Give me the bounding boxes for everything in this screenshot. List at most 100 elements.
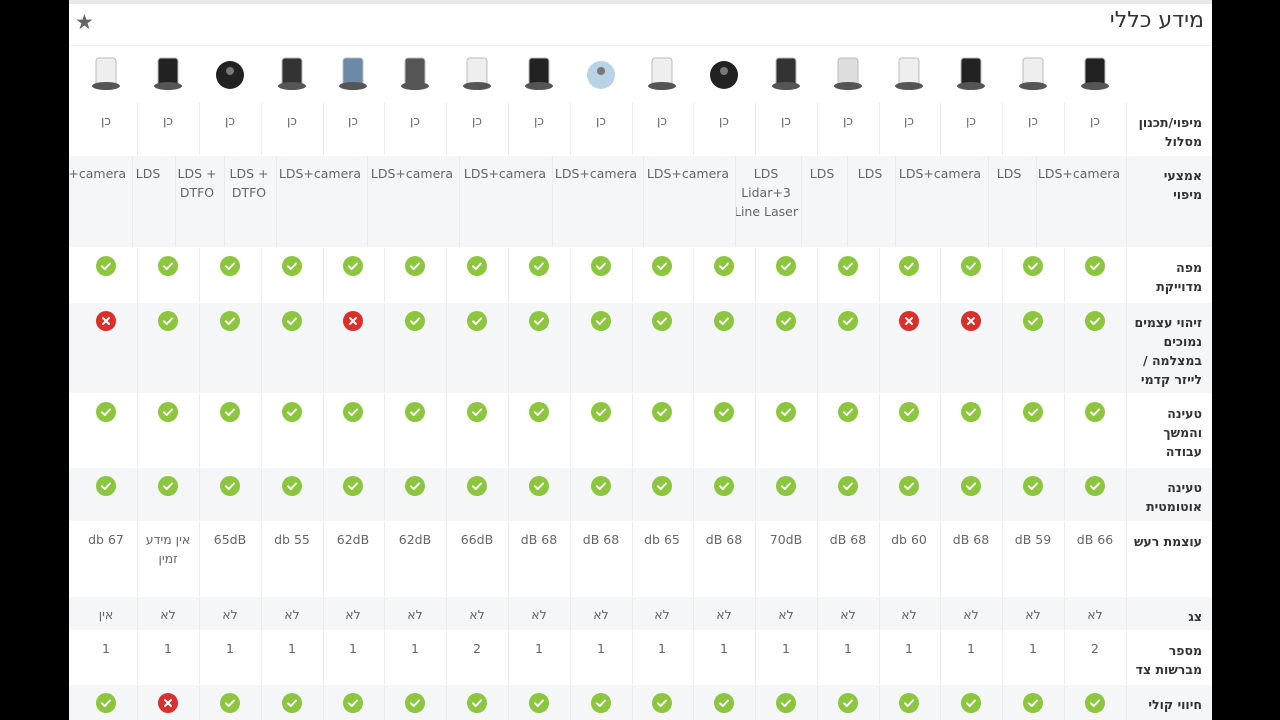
row-cell (757, 256, 815, 276)
check-icon (96, 402, 116, 422)
product-image[interactable] (85, 52, 127, 94)
row-cell (1004, 311, 1062, 331)
column-divider (755, 248, 756, 302)
column-divider (1002, 597, 1003, 630)
check-icon (838, 476, 858, 496)
column-divider (137, 597, 138, 630)
product-image[interactable] (271, 52, 313, 94)
product-image[interactable] (950, 52, 992, 94)
column-divider (632, 522, 633, 596)
column-divider (446, 468, 447, 521)
column-divider (199, 248, 200, 302)
column-divider (384, 468, 385, 521)
check-icon (1085, 256, 1105, 276)
row-cell (510, 476, 568, 496)
row-cell (695, 693, 753, 713)
row-cell (819, 402, 877, 422)
column-divider (508, 597, 509, 630)
column-divider (1002, 468, 1003, 521)
column-divider (632, 468, 633, 521)
row-cell (77, 311, 135, 331)
column-divider (879, 468, 880, 521)
row-cell: לא (407, 607, 423, 622)
check-icon (529, 311, 549, 331)
product-image[interactable] (1074, 52, 1116, 94)
product-image[interactable] (332, 52, 374, 94)
column-divider (817, 685, 818, 720)
check-icon (467, 476, 487, 496)
row-cell: 1 (349, 641, 357, 656)
row-cell: כן (842, 113, 854, 128)
row-cell (448, 402, 506, 422)
check-icon (1085, 402, 1105, 422)
column-divider (879, 597, 880, 630)
product-image[interactable] (209, 52, 251, 94)
product-image[interactable] (580, 52, 622, 94)
row-cell (324, 256, 382, 276)
row-cell (139, 402, 197, 422)
column-divider (570, 394, 571, 467)
column-divider (199, 303, 200, 393)
column-divider (1126, 685, 1127, 720)
column-divider (693, 303, 694, 393)
row-cell: כן (286, 113, 298, 128)
column-divider (879, 103, 880, 155)
column-divider (1126, 394, 1127, 467)
row-cell: 65dB (213, 532, 247, 547)
column-divider (1064, 631, 1065, 684)
column-divider (459, 156, 460, 247)
column-divider (323, 522, 324, 596)
column-divider (261, 685, 262, 720)
check-icon (158, 256, 178, 276)
column-divider (1126, 597, 1127, 630)
column-divider (801, 156, 802, 247)
product-image[interactable] (456, 52, 498, 94)
robot-vacuum-icon (648, 57, 676, 90)
column-divider (643, 156, 644, 247)
product-image[interactable] (703, 52, 745, 94)
product-image[interactable] (827, 52, 869, 94)
row-cell (139, 311, 197, 331)
row-cell (1066, 256, 1124, 276)
product-image[interactable] (147, 52, 189, 94)
column-divider (384, 248, 385, 302)
column-divider (940, 303, 941, 393)
check-icon (282, 476, 302, 496)
column-divider (323, 597, 324, 630)
column-divider (879, 685, 880, 720)
column-divider (755, 303, 756, 393)
row-cell: LDS+camera (898, 166, 982, 181)
column-divider (1126, 156, 1127, 247)
check-icon (220, 476, 240, 496)
row-cell: LDS + DTFO (229, 166, 269, 200)
row-cell: 1 (720, 641, 728, 656)
product-image[interactable] (888, 52, 930, 94)
row-cell (263, 256, 321, 276)
product-image[interactable] (518, 52, 560, 94)
row-cell: LDS+camera (646, 166, 730, 181)
column-divider (137, 685, 138, 720)
product-image[interactable] (765, 52, 807, 94)
column-divider (323, 103, 324, 155)
column-divider (323, 631, 324, 684)
star-icon[interactable]: ★ (75, 12, 94, 33)
row-cell (1004, 256, 1062, 276)
product-image[interactable] (394, 52, 436, 94)
column-divider (323, 248, 324, 302)
column-divider (940, 394, 941, 467)
row-cell: לא (901, 607, 917, 622)
row-cell (263, 402, 321, 422)
product-image[interactable] (1012, 52, 1054, 94)
row-cell: 1 (102, 641, 110, 656)
row-cell (324, 402, 382, 422)
row-cell (263, 693, 321, 713)
comparison-panel: מידע כללי ★ מיפוי/תכנון מסלול כן כן כן כן כן כ… (69, 0, 1212, 720)
column-divider (261, 394, 262, 467)
check-icon (961, 693, 981, 713)
row-cell (263, 476, 321, 496)
row-cell: כן (1027, 113, 1039, 128)
column-divider (570, 597, 571, 630)
row-cell: לא (963, 607, 979, 622)
product-image[interactable] (641, 52, 683, 94)
column-divider (940, 248, 941, 302)
